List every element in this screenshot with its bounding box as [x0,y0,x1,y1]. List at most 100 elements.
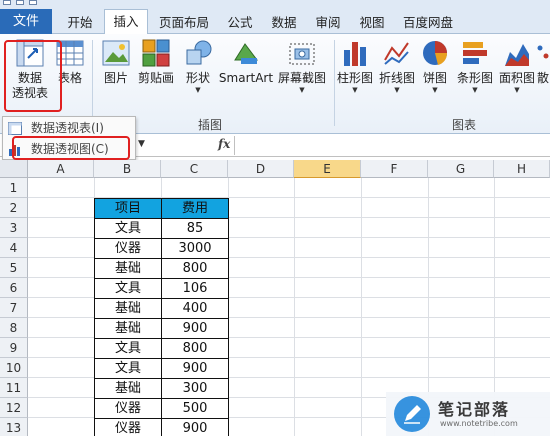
smartart-label: SmartArt [218,71,274,85]
column-header-c[interactable]: C [161,160,228,178]
row-header-11[interactable]: 11 [0,378,28,398]
table-cell[interactable]: 基础 [94,318,162,339]
pen-icon [404,405,421,424]
ribbon-tab-bar: 文件 开始 插入 页面布局 公式 数据 审阅 视图 百度网盘 [0,7,550,35]
table-cell[interactable]: 85 [161,218,229,239]
row-header-2[interactable]: 2 [0,198,28,218]
table-cell[interactable]: 基础 [94,378,162,399]
table-cell[interactable]: 仪器 [94,238,162,259]
table-cell[interactable]: 106 [161,278,229,299]
tab-baidu-disk[interactable]: 百度网盘 [396,11,460,34]
picture-button[interactable]: 图片 [100,38,132,86]
watermark-logo [394,396,430,432]
row-header-7[interactable]: 7 [0,298,28,318]
column-header-b[interactable]: B [94,160,161,178]
shapes-dropdown-arrow[interactable]: ▼ [180,86,216,94]
namebox-dropdown-arrow[interactable]: ▼ [138,139,145,149]
column-header-d[interactable]: D [228,160,294,178]
tab-formulas[interactable]: 公式 [220,11,260,34]
smartart-icon [234,43,258,64]
scatter-chart-label: 散 [536,71,549,85]
column-header-g[interactable]: G [428,160,494,178]
line-chart-icon [384,42,409,65]
tab-file[interactable]: 文件 [0,9,52,34]
table-cell[interactable]: 800 [161,338,229,359]
column-header-f[interactable]: F [361,160,428,178]
bar-chart-button[interactable]: 条形图 ▼ [454,38,496,94]
column-header-h[interactable]: H [494,160,550,178]
tab-page-layout[interactable]: 页面布局 [152,11,216,34]
pie-chart-label: 饼图 [422,71,447,85]
area-chart-dropdown-arrow[interactable]: ▼ [496,86,538,94]
column-header-a[interactable]: A [28,160,94,178]
watermark-url: www.notetribe.com [440,419,518,428]
bar-chart-label: 条形图 [456,71,493,85]
table-cell[interactable]: 仪器 [94,418,162,436]
table-cell[interactable]: 900 [161,318,229,339]
table-cell[interactable]: 文具 [94,338,162,359]
row-header-5[interactable]: 5 [0,258,28,278]
row-header-8[interactable]: 8 [0,318,28,338]
table-header-cell[interactable]: 项目 [94,198,162,219]
pie-chart-dropdown-arrow[interactable]: ▼ [418,86,452,94]
table-cell[interactable]: 3000 [161,238,229,259]
table-cell[interactable]: 文具 [94,278,162,299]
watermark-title: 笔记部落 [438,400,511,419]
pivot-table-small-icon [8,122,22,135]
smartart-button[interactable]: SmartArt [218,38,274,86]
row-header-3[interactable]: 3 [0,218,28,238]
clipart-button[interactable]: 剪贴画 [136,38,176,86]
scatter-chart-button[interactable]: 散 [536,38,550,86]
bar-chart-dropdown-arrow[interactable]: ▼ [454,86,496,94]
quick-access-icon[interactable] [3,0,11,5]
quick-access-icon[interactable] [29,0,37,5]
row-header-6[interactable]: 6 [0,278,28,298]
row-header-1[interactable]: 1 [0,178,28,198]
table-header-cell[interactable]: 费用 [161,198,229,219]
table-cell[interactable]: 文具 [94,358,162,379]
tab-review[interactable]: 审阅 [308,11,348,34]
tab-data[interactable]: 数据 [264,11,304,34]
line-chart-dropdown-arrow[interactable]: ▼ [376,86,418,94]
row-header-13[interactable]: 13 [0,418,28,436]
screenshot-button[interactable]: 屏幕截图 ▼ [274,38,330,94]
row-header-9[interactable]: 9 [0,338,28,358]
table-cell[interactable]: 基础 [94,258,162,279]
area-chart-button[interactable]: 面积图 ▼ [496,38,538,94]
row-header-4[interactable]: 4 [0,238,28,258]
watermark: 笔记部落 www.notetribe.com [386,392,550,436]
table-cell[interactable]: 文具 [94,218,162,239]
fx-icon[interactable]: fx [218,137,230,151]
window-title-strip [0,0,550,7]
shapes-button[interactable]: 形状 ▼ [180,38,216,94]
clipart-icon [142,39,170,67]
row-header-10[interactable]: 10 [0,358,28,378]
table-cell[interactable]: 500 [161,398,229,419]
table-cell[interactable]: 仪器 [94,398,162,419]
tab-view[interactable]: 视图 [352,11,392,34]
quick-access-icon[interactable] [16,0,24,5]
picture-icon [102,40,130,66]
tab-home[interactable]: 开始 [60,11,100,34]
table-cell[interactable]: 900 [161,358,229,379]
screenshot-dropdown-arrow[interactable]: ▼ [274,86,330,94]
screenshot-icon [289,43,315,65]
pie-chart-button[interactable]: 饼图 ▼ [418,38,452,94]
pie-chart-icon [423,41,448,65]
tab-insert[interactable]: 插入 [104,9,148,35]
line-chart-button[interactable]: 折线图 ▼ [376,38,418,94]
select-all-corner[interactable] [0,160,28,178]
table-cell[interactable]: 800 [161,258,229,279]
clipart-label: 剪贴画 [137,71,174,85]
table-cell[interactable]: 400 [161,298,229,319]
highlight-pivot-chart-item [12,136,130,160]
formula-input[interactable] [234,136,550,155]
column-header-e[interactable]: E [294,160,361,178]
table-cell[interactable]: 900 [161,418,229,436]
row-header-12[interactable]: 12 [0,398,28,418]
table-cell[interactable]: 基础 [94,298,162,319]
column-chart-button[interactable]: 柱形图 ▼ [334,38,376,94]
table-cell[interactable]: 300 [161,378,229,399]
column-chart-dropdown-arrow[interactable]: ▼ [334,86,376,94]
picture-label: 图片 [103,71,128,85]
